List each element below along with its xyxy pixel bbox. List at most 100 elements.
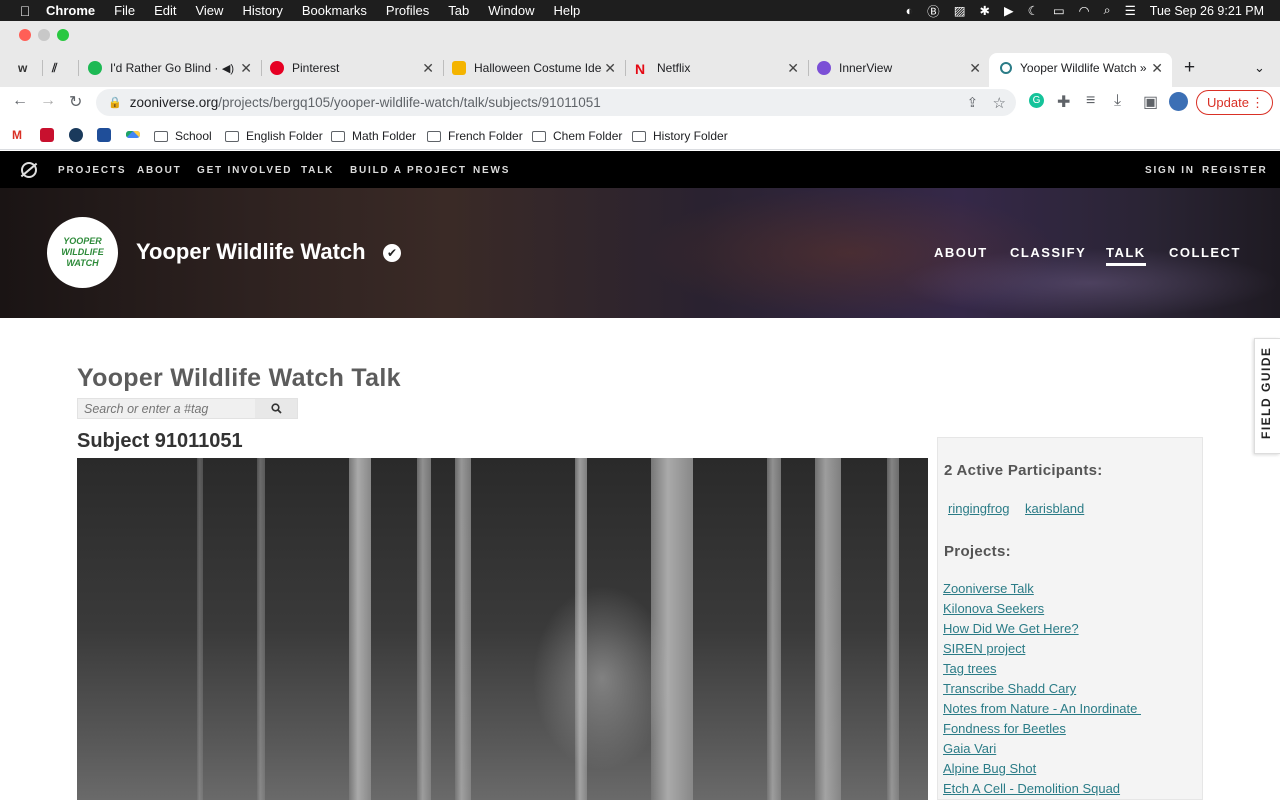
forward-button[interactable]: → bbox=[40, 92, 56, 110]
pinned-tab-w-icon[interactable]: w bbox=[18, 56, 27, 80]
zooniverse-logo-icon[interactable] bbox=[21, 162, 37, 178]
project-link[interactable]: Kilonova Seekers bbox=[943, 601, 1044, 616]
project-nav-talk[interactable]: TALK bbox=[1106, 245, 1146, 266]
participant-link[interactable]: ringingfrog bbox=[948, 501, 1009, 516]
extensions-icon[interactable]: ✚ bbox=[1057, 92, 1070, 112]
tab-yooper-active[interactable]: Yooper Wildlife Watch » ✕ bbox=[1000, 56, 1163, 80]
project-nav-about[interactable]: ABOUT bbox=[934, 245, 988, 260]
address-bar[interactable]: 🔒 zooniverse.org/projects/bergq105/yoope… bbox=[96, 89, 1016, 116]
project-link[interactable]: Zooniverse Talk bbox=[943, 581, 1034, 596]
menu-bookmarks[interactable]: Bookmarks bbox=[302, 3, 367, 18]
menu-help[interactable]: Help bbox=[554, 3, 581, 18]
project-link[interactable]: Gaia Vari bbox=[943, 741, 996, 756]
menu-window[interactable]: Window bbox=[488, 3, 534, 18]
project-title[interactable]: Yooper Wildlife Watch bbox=[136, 239, 366, 265]
school-m-icon[interactable] bbox=[40, 128, 54, 142]
bluetooth-icon[interactable]: ✱ bbox=[980, 3, 990, 18]
close-tab-icon[interactable]: ✕ bbox=[1151, 60, 1163, 77]
nav-talk[interactable]: TALK bbox=[301, 165, 334, 176]
nav-get-involved[interactable]: GET INVOLVED bbox=[197, 165, 292, 176]
gmail-icon[interactable]: M bbox=[12, 128, 26, 142]
close-tab-icon[interactable]: ✕ bbox=[240, 60, 252, 77]
spotlight-search-icon[interactable]: ⌕ bbox=[1104, 3, 1111, 18]
bookmark-math-folder[interactable]: Math Folder bbox=[331, 129, 416, 143]
moon-icon[interactable]: ☾ bbox=[1028, 3, 1039, 18]
more-icon[interactable]: ⋮ bbox=[1251, 95, 1264, 111]
project-link[interactable]: SIREN project bbox=[943, 641, 1025, 656]
lock-icon[interactable]: 🔒 bbox=[108, 96, 122, 109]
project-nav-collect[interactable]: COLLECT bbox=[1169, 245, 1241, 260]
project-link[interactable]: Etch A Cell - Demolition Squad bbox=[943, 781, 1120, 796]
project-link[interactable]: Tag trees bbox=[943, 661, 996, 676]
new-tab-button[interactable]: + bbox=[1184, 56, 1195, 80]
close-window-button[interactable] bbox=[19, 29, 31, 41]
menu-history[interactable]: History bbox=[242, 3, 282, 18]
nav-about[interactable]: ABOUT bbox=[137, 165, 182, 176]
subject-image[interactable] bbox=[77, 458, 928, 800]
nav-news[interactable]: NEWS bbox=[473, 165, 510, 176]
project-nav-classify[interactable]: CLASSIFY bbox=[1010, 245, 1086, 260]
participant-link[interactable]: karisbland bbox=[1025, 501, 1084, 516]
minimize-window-button[interactable] bbox=[38, 29, 50, 41]
bookmark-star-icon[interactable]: ☆ bbox=[993, 94, 1006, 112]
talk-search-input[interactable] bbox=[78, 399, 256, 418]
side-panel-icon[interactable]: ▣ bbox=[1143, 92, 1158, 112]
register-link[interactable]: REGISTER bbox=[1202, 165, 1268, 176]
bookmark-french-folder[interactable]: French Folder bbox=[427, 129, 523, 143]
nav-build-a-project[interactable]: BUILD A PROJECT bbox=[350, 165, 467, 176]
menu-app-name[interactable]: Chrome bbox=[46, 3, 95, 18]
play-icon[interactable]: ▶ bbox=[1004, 3, 1014, 18]
project-link[interactable]: How Did We Get Here? bbox=[943, 621, 1079, 636]
speaker-icon[interactable]: ◀) bbox=[222, 62, 234, 75]
wifi-icon[interactable]: ◠ bbox=[1079, 3, 1090, 18]
menu-view[interactable]: View bbox=[195, 3, 223, 18]
bookmark-school[interactable]: School bbox=[154, 129, 212, 143]
media-icon[interactable]: ≡ bbox=[1086, 92, 1095, 110]
pinned-tab-adidas-icon[interactable]: ⫽ bbox=[52, 56, 57, 80]
tab-netflix[interactable]: N Netflix ✕ bbox=[635, 56, 799, 80]
clock[interactable]: Tue Sep 26 9:21 PM bbox=[1150, 4, 1264, 18]
apple-icon[interactable]:  bbox=[18, 3, 32, 19]
close-tab-icon[interactable]: ✕ bbox=[602, 59, 616, 77]
reload-button[interactable]: ↻ bbox=[69, 92, 82, 112]
tab-pinterest[interactable]: Pinterest ✕ bbox=[270, 56, 434, 80]
project-link[interactable]: Notes from Nature - An Inordinate bbox=[943, 701, 1141, 716]
tab-halloween[interactable]: Halloween Costume Idea ✕ bbox=[452, 56, 616, 80]
project-link[interactable]: Transcribe Shadd Cary bbox=[943, 681, 1076, 696]
menu-profiles[interactable]: Profiles bbox=[386, 3, 429, 18]
profile-avatar[interactable] bbox=[1169, 92, 1188, 111]
tab-innerview[interactable]: InnerView ✕ bbox=[817, 56, 981, 80]
status-photo-icon[interactable]: ▨ bbox=[954, 3, 966, 18]
share-icon[interactable]: ⇪ bbox=[967, 95, 978, 111]
zoom-window-button[interactable] bbox=[57, 29, 69, 41]
close-tab-icon[interactable]: ✕ bbox=[787, 60, 799, 77]
tab-spotify[interactable]: I'd Rather Go Blind · ◀) ✕ bbox=[88, 56, 252, 80]
google-drive-icon[interactable] bbox=[126, 131, 140, 138]
back-button[interactable]: ← bbox=[12, 92, 28, 110]
status-b-icon[interactable]: Ⓑ bbox=[927, 1, 940, 20]
update-button[interactable]: Update ⋮ bbox=[1196, 90, 1273, 115]
s-bookmark-icon[interactable] bbox=[69, 128, 83, 142]
project-avatar[interactable]: YOOPER WILDLIFE WATCH bbox=[47, 217, 118, 288]
bookmark-english-folder[interactable]: English Folder bbox=[225, 129, 323, 143]
search-button[interactable] bbox=[255, 399, 297, 418]
sis-icon[interactable] bbox=[97, 128, 111, 142]
project-link[interactable]: Fondness for Beetles bbox=[943, 721, 1066, 736]
menu-edit[interactable]: Edit bbox=[154, 3, 176, 18]
tab-search-chevron-icon[interactable]: ⌄ bbox=[1254, 56, 1265, 80]
menu-tab[interactable]: Tab bbox=[448, 3, 469, 18]
control-center-icon[interactable]: ☰ bbox=[1125, 3, 1136, 18]
download-icon[interactable]: ⤓ bbox=[1114, 92, 1121, 110]
battery-icon[interactable]: ▭ bbox=[1053, 3, 1065, 18]
status-app-icon[interactable]: ◐ bbox=[906, 4, 914, 18]
bookmark-history-folder[interactable]: History Folder bbox=[632, 129, 728, 143]
bookmark-chem-folder[interactable]: Chem Folder bbox=[532, 129, 622, 143]
close-tab-icon[interactable]: ✕ bbox=[422, 60, 434, 77]
nav-projects[interactable]: PROJECTS bbox=[58, 165, 126, 176]
menu-file[interactable]: File bbox=[114, 3, 135, 18]
sign-in-link[interactable]: SIGN IN bbox=[1145, 165, 1195, 176]
close-tab-icon[interactable]: ✕ bbox=[969, 60, 981, 77]
field-guide-tab[interactable]: FIELD GUIDE bbox=[1254, 338, 1280, 454]
grammarly-icon[interactable]: G bbox=[1029, 93, 1044, 108]
project-link[interactable]: Alpine Bug Shot bbox=[943, 761, 1036, 776]
